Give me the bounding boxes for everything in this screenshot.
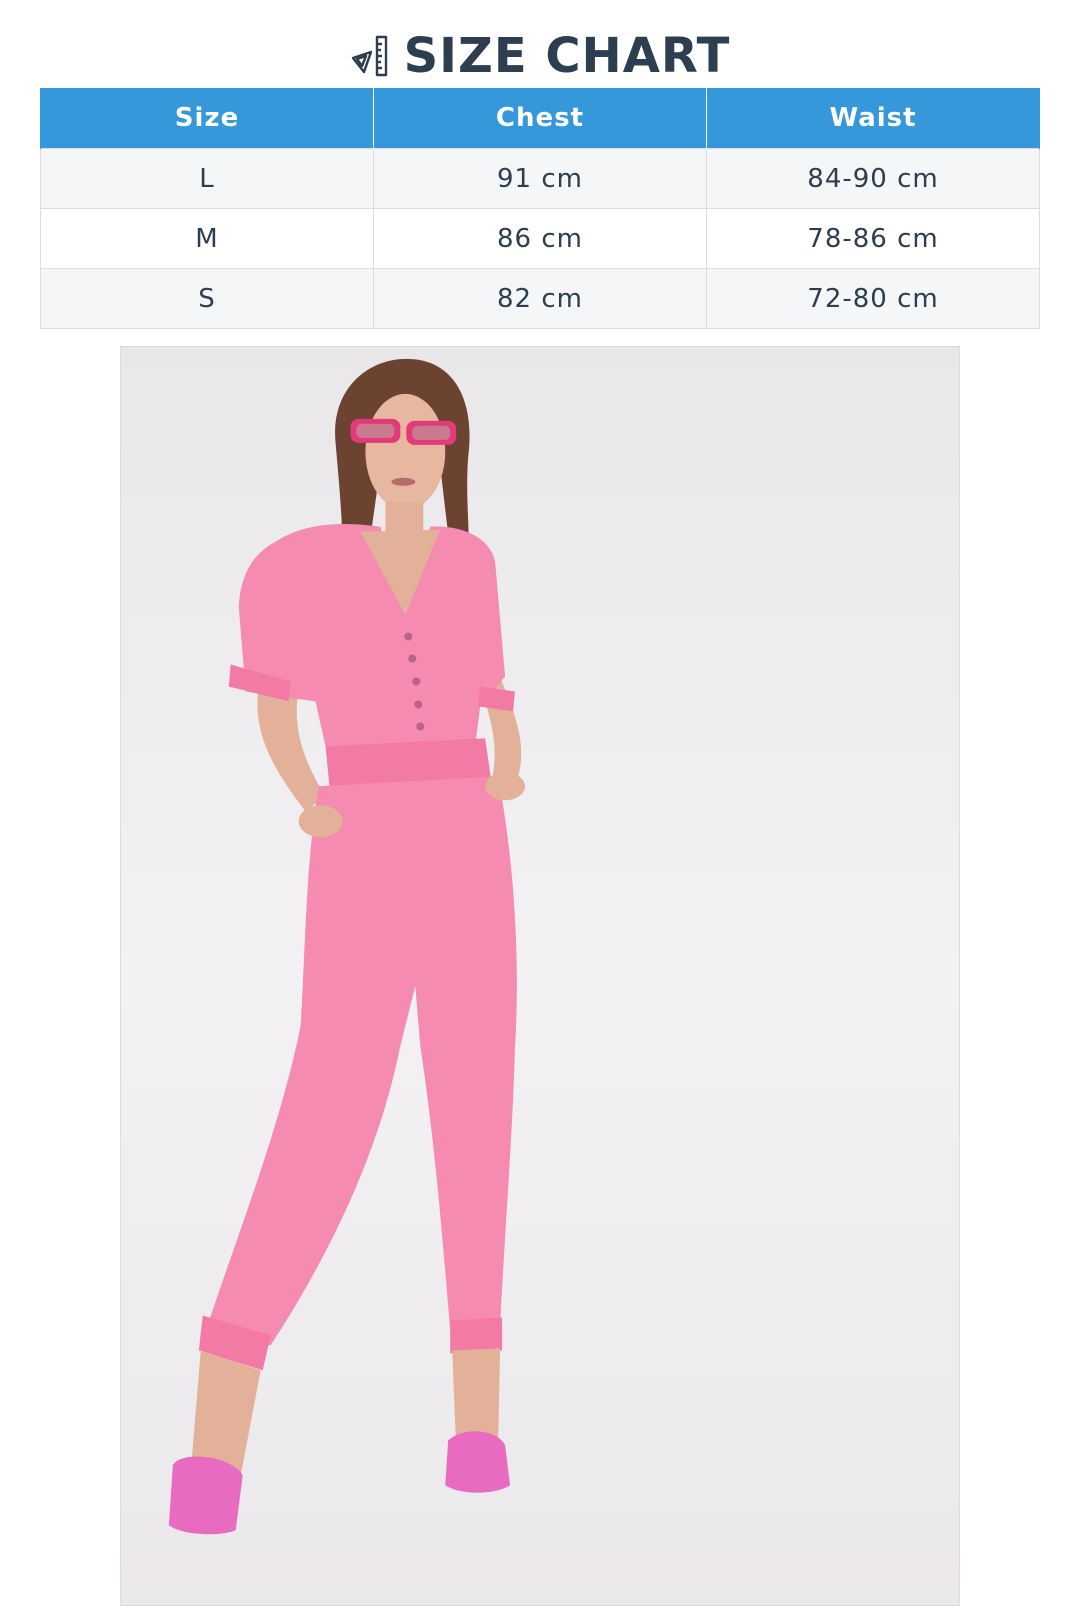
product-photo — [120, 346, 960, 1606]
column-header-chest: Chest — [373, 88, 707, 149]
ruler-triangle-icon — [351, 35, 387, 77]
cell-waist: 78-86 cm — [706, 208, 1040, 269]
cell-chest: 91 cm — [373, 148, 707, 209]
table-row: L 91 cm 84-90 cm — [40, 148, 1040, 209]
table-row: S 82 cm 72-80 cm — [40, 268, 1040, 329]
size-chart-title: SIZE CHART — [0, 26, 1080, 86]
column-header-size: Size — [40, 88, 374, 149]
table-row: M 86 cm 78-86 cm — [40, 208, 1040, 269]
cell-size: S — [40, 268, 374, 329]
size-chart-table: Size Chest Waist L 91 cm 84-90 cm M 86 c… — [40, 88, 1040, 329]
cell-size: M — [40, 208, 374, 269]
page-title: SIZE CHART — [403, 28, 731, 84]
cell-chest: 82 cm — [373, 268, 707, 329]
model-in-pink-jumpsuit-illustration — [168, 358, 526, 1535]
cell-size: L — [40, 148, 374, 209]
column-header-waist: Waist — [706, 88, 1040, 149]
cell-chest: 86 cm — [373, 208, 707, 269]
cell-waist: 72-80 cm — [706, 268, 1040, 329]
cell-waist: 84-90 cm — [706, 148, 1040, 209]
table-header-row: Size Chest Waist — [40, 88, 1040, 149]
